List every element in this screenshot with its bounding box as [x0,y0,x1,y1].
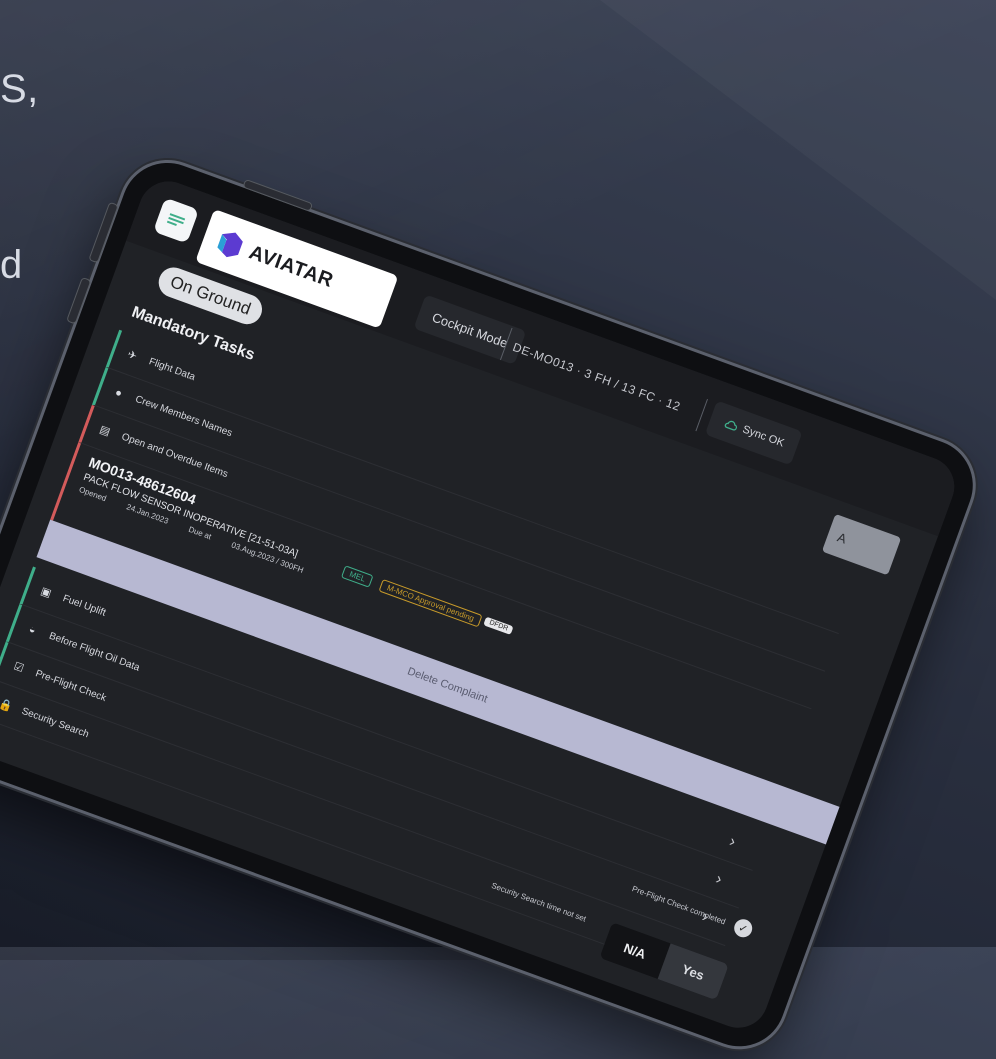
task-label: Fuel Uplift [61,593,108,619]
plane-icon: ✈ [125,348,139,363]
background-text-line: S, [0,67,39,111]
aviatar-logo-icon [217,232,243,258]
menu-icon [166,213,186,226]
chevron-right-icon: › [713,870,725,888]
checklist-icon: ☑ [12,659,26,675]
background-facet [600,0,996,300]
lock-icon: 🔒 [0,697,15,714]
menu-button[interactable] [152,197,200,244]
header-divider [695,398,708,432]
background-text-line: d [0,243,23,287]
task-label: Flight Data [147,356,197,384]
sync-status-button[interactable]: Sync OK [704,400,804,466]
fuel-icon: ▣ [39,584,54,600]
app-name: AVIATAR [246,240,337,292]
document-icon: ▤ [98,423,112,438]
cloud-icon [724,420,738,431]
flight-info: DE-MO013 · 3 FH / 13 FC · 12 [510,339,683,414]
volume-button [89,202,118,263]
power-button [243,180,312,211]
app-screen: AVIATAR Cockpit Mode DE-MO013 · 3 FH / 1… [0,173,963,1037]
crew-icon: ● [113,386,124,400]
oil-icon: ◒ [27,622,38,637]
task-label: Security Search [20,705,91,741]
tablet-device: AVIATAR Cockpit Mode DE-MO013 · 3 FH / 1… [0,150,986,1059]
add-button[interactable]: A [821,513,902,576]
sync-label: Sync OK [740,423,786,450]
checkmark-icon: ✓ [731,916,755,940]
chevron-right-icon: › [727,832,739,851]
volume-button [67,278,91,324]
